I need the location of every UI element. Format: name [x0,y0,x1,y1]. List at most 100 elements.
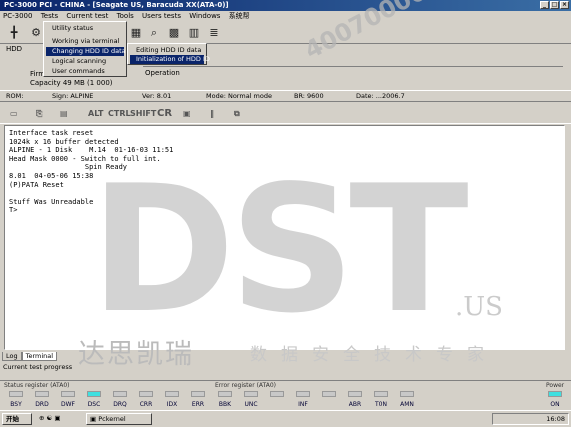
blocks-icon[interactable]: ▥ [186,25,202,41]
search-icon[interactable]: ⌕ [146,25,162,41]
taskbar-task-pckernel[interactable]: ▣ Pckernel [86,413,152,425]
list-icon[interactable]: ≣ [206,25,222,41]
menu-tools[interactable]: Tools [114,12,137,20]
watermark-chinese-tagline: 数据安全技术专家 [250,345,498,365]
power-label: Power [546,382,565,389]
status_register-flag-label: DRQ [113,401,127,408]
start-button[interactable]: 开始 [2,413,32,425]
capacity-value: 49 MB (1 000) [62,79,113,87]
table-icon[interactable]: ▦ [128,25,144,41]
status_register-led [139,391,153,397]
terminal-toolbar: ▭ ⎘ ▤ ALT CTRL SHIFT CR ▣ ‖ ⧉ [0,101,571,124]
sign-info: Sign: ALPINE [52,92,94,100]
terminal-line: T> [9,206,18,215]
status_register-flag-label: ERR [191,401,205,408]
connect-icon[interactable]: ╋ [6,25,22,41]
error_register-led [374,391,388,397]
terminal-line: 8.01 04-05-06 15:38 [9,171,94,180]
status_register-led [165,391,179,397]
watermark-chinese-brand: 达思凯瑞 [78,339,194,370]
error_register-flag-label: AMN [400,401,414,408]
error-register-label: Error register (ATA0) [215,382,277,389]
menu-tests[interactable]: Tests [38,12,61,20]
status_register-flag-label: DRD [35,401,49,408]
status_register-led [191,391,205,397]
shift-key-button[interactable]: SHIFT [130,106,156,121]
error_register-led [270,391,284,397]
hdd-label: HDD [6,45,23,53]
alt-key-button[interactable]: ALT [88,106,103,121]
hdd-id-submenu: Editing HDD ID data Initialization of HD… [127,43,210,65]
status_register-flag-label: BSY [10,401,22,408]
tab-log[interactable]: Log [2,352,22,361]
copy-icon[interactable]: ⧉ [234,106,240,121]
status_register-led [35,391,49,397]
menu-pc3000[interactable]: PC-3000 [0,12,35,20]
capacity-label: Capacity [30,79,61,87]
tab-terminal[interactable]: Terminal [21,352,58,361]
version-info: Ver: 8.01 [142,92,172,100]
menu-item-utility-status[interactable]: Utility status [52,24,93,33]
capture-icon[interactable]: ▤ [60,106,68,121]
terminal-line: 1024k x 16 buffer detected [9,137,119,146]
test-progress-label: Current test progress [3,363,73,371]
menu-current-test[interactable]: Current test [63,12,111,20]
error_register-led [348,391,362,397]
status_register-led [61,391,75,397]
terminal-output[interactable]: Interface task reset 1024k x 16 buffer de… [4,125,565,350]
operation-panel: Operation [143,66,563,80]
error_register-led [218,391,232,397]
grid-icon[interactable]: ▩ [166,25,182,41]
minimize-button[interactable]: _ [540,1,549,9]
drive-info-bar: ROM: Sign: ALPINE Ver: 8.01 Mode: Normal… [0,90,571,100]
terminal-line: ALPINE - 1 Disk M.14 01-16-03 11:51 [9,146,174,155]
quick-launch: ⊕ ☯ ▣ [39,414,61,422]
load-icon[interactable]: ⎘ [36,106,42,121]
tool-icon[interactable]: ⚙ [28,25,44,41]
menu-item-user-commands[interactable]: User commands [52,67,105,76]
power-state: ON [550,401,560,408]
ctrl-key-button[interactable]: CTRL [108,106,131,121]
menu-item-working-via-terminal[interactable]: Working via terminal [52,37,119,46]
menu-item-changing-hdd-id[interactable]: Changing HDD ID data [46,47,126,56]
baud-info: BR: 9600 [294,92,324,100]
status_register-led [87,391,101,397]
status_register-flag-label: DWF [60,401,75,408]
submenu-item-initialization-hdd-id[interactable]: Initialization of HDD ID [130,55,210,64]
menu-windows[interactable]: Windows [186,12,223,20]
window-controls: _ □ × [540,1,569,9]
error_register-flag-label: ABR [348,401,362,408]
maximize-button[interactable]: □ [550,1,559,9]
submenu-item-editing-hdd-id[interactable]: Editing HDD ID data [136,46,201,55]
rom-info: ROM: [6,92,24,100]
status_register-flag-label: IDX [166,401,178,408]
menu-help[interactable]: 系统帮 [226,12,253,20]
terminal-line: (P)PATA Reset [9,180,64,189]
system-tray: 16:08 [492,413,569,425]
tests-menu: Utility status Working via terminal Chan… [43,21,127,77]
menu-users-tests[interactable]: Users tests [139,12,184,20]
status_register-led [9,391,23,397]
task-label: Pckernel [98,415,126,423]
bottom-tabs: Log Terminal [2,352,58,361]
terminal-line: Spin Ready [9,163,128,172]
status_register-led [113,391,127,397]
terminal-line: Head Mask 0000 - Switch to full int. [9,154,161,163]
cr-key-button[interactable]: CR [157,106,172,121]
close-button[interactable]: × [560,1,569,9]
clear-icon[interactable]: ▭ [10,106,18,121]
save-icon[interactable]: ▣ [183,106,191,121]
mode-info: Mode: Normal mode [206,92,272,100]
status_register-flag-label: DSC [87,401,101,408]
error_register-led [244,391,258,397]
pause-icon[interactable]: ‖ [210,106,214,121]
operation-label: Operation [145,69,180,77]
register-panel: Status register (ATA0) Error register (A… [0,380,571,410]
menu-item-logical-scanning[interactable]: Logical scanning [52,57,106,66]
error_register-led [400,391,414,397]
status_register-flag-label: CRR [139,401,153,408]
error_register-flag-label: BBK [218,401,232,408]
error_register-led [322,391,336,397]
error_register-flag-label: T0N [375,401,387,408]
